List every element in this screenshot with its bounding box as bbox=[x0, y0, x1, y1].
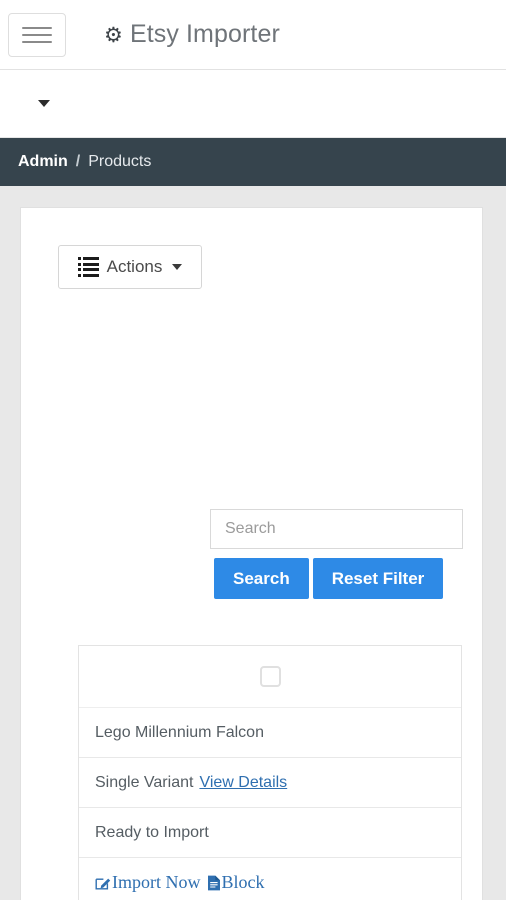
hamburger-menu-button[interactable] bbox=[8, 12, 66, 57]
breadcrumb-item-products: Products bbox=[88, 153, 152, 170]
product-status-row: Ready to Import bbox=[79, 808, 461, 858]
breadcrumb-separator: / bbox=[75, 153, 81, 170]
product-title-row: Lego Millennium Falcon bbox=[79, 708, 461, 758]
breadcrumb: Admin / Products bbox=[0, 138, 506, 186]
actions-button-label: Actions bbox=[106, 257, 163, 276]
actions-button[interactable]: Actions bbox=[58, 245, 202, 289]
brand-link[interactable]: ⚙ Etsy Importer bbox=[104, 20, 280, 49]
breadcrumb-item-admin[interactable]: Admin bbox=[18, 153, 68, 171]
hamburger-bar bbox=[22, 40, 52, 43]
reset-filter-button[interactable]: Reset Filter bbox=[312, 558, 444, 599]
gear-icon: ⚙ bbox=[104, 24, 123, 47]
product-variant-row: Single Variant View Details bbox=[79, 758, 461, 808]
product-select-row bbox=[79, 646, 461, 708]
secondary-bar bbox=[0, 70, 506, 138]
import-now-label: Import Now bbox=[112, 872, 201, 892]
chevron-down-icon[interactable] bbox=[38, 100, 50, 107]
product-variant-label: Single Variant bbox=[95, 773, 194, 791]
top-navbar: ⚙ Etsy Importer bbox=[0, 0, 506, 70]
product-block: Lego Millennium Falcon Single Variant Vi… bbox=[78, 645, 462, 900]
view-details-link[interactable]: View Details bbox=[199, 774, 287, 792]
filter-button-group: Search Reset Filter bbox=[214, 558, 444, 599]
page-background: Actions Search Reset Filter Lego Millenn… bbox=[0, 186, 506, 900]
search-field-wrapper bbox=[210, 509, 463, 549]
block-label: Block bbox=[221, 872, 265, 892]
caret-down-icon bbox=[172, 264, 183, 270]
products-table: Lego Millennium Falcon Single Variant Vi… bbox=[78, 645, 462, 900]
file-icon bbox=[207, 875, 220, 890]
hamburger-bar bbox=[22, 33, 52, 36]
block-link[interactable]: Block bbox=[207, 872, 265, 893]
import-now-link[interactable]: Import Now bbox=[95, 872, 201, 893]
search-button[interactable]: Search bbox=[214, 558, 309, 599]
content-panel: Actions Search Reset Filter Lego Millenn… bbox=[20, 207, 483, 900]
product-title: Lego Millennium Falcon bbox=[95, 723, 264, 741]
product-actions-row: Import Now Block bbox=[79, 858, 461, 900]
search-input[interactable] bbox=[223, 519, 450, 539]
brand-title: Etsy Importer bbox=[129, 20, 280, 48]
hamburger-bar bbox=[22, 26, 52, 29]
pen-to-square-icon bbox=[95, 878, 111, 889]
product-status: Ready to Import bbox=[95, 823, 209, 841]
product-select-checkbox[interactable] bbox=[259, 666, 281, 687]
list-icon bbox=[77, 257, 99, 277]
